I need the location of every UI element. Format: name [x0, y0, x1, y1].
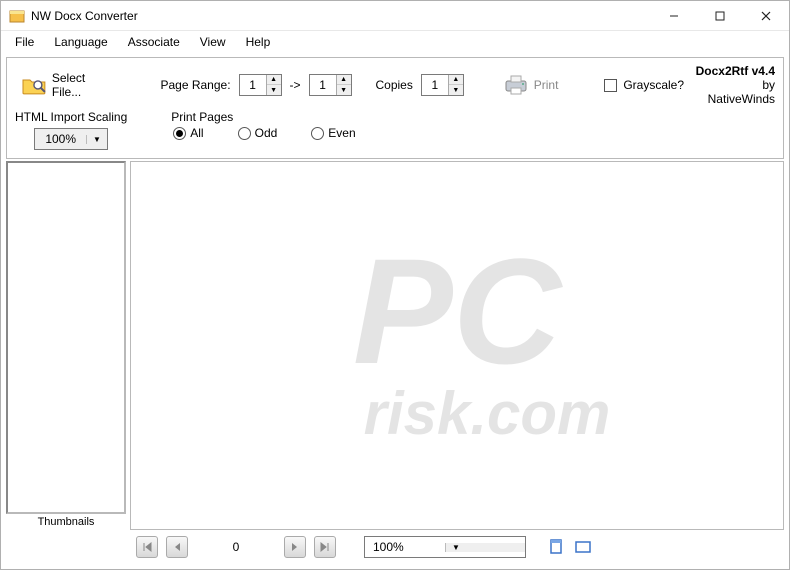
brand-author: by NativeWinds — [692, 78, 775, 106]
app-icon — [9, 8, 25, 24]
radio-icon — [238, 127, 251, 140]
radio-icon — [173, 127, 186, 140]
radio-odd[interactable]: Odd — [238, 126, 278, 140]
select-file-label: Select File... — [52, 71, 118, 99]
next-page-button[interactable] — [284, 536, 306, 558]
page-range-label: Page Range: — [160, 78, 230, 92]
preview-panel[interactable]: PC risk.com — [130, 161, 784, 530]
print-label: Print — [534, 78, 559, 92]
close-button[interactable] — [743, 1, 789, 30]
thumbnails-label: Thumbnails — [6, 514, 126, 530]
html-scaling-value: 100% — [35, 132, 86, 146]
copies-input[interactable] — [422, 75, 448, 95]
checkbox-icon — [604, 79, 617, 92]
select-file-button[interactable]: Select File... — [15, 68, 125, 102]
spin-down-icon[interactable]: ▼ — [449, 85, 463, 95]
first-page-button[interactable] — [136, 536, 158, 558]
spin-up-icon[interactable]: ▲ — [337, 75, 351, 85]
chevron-down-icon: ▼ — [86, 135, 107, 144]
maximize-button[interactable] — [697, 1, 743, 30]
menu-language[interactable]: Language — [46, 33, 115, 51]
print-button[interactable]: Print — [498, 72, 565, 98]
grayscale-label: Grayscale? — [623, 78, 684, 92]
prev-page-button[interactable] — [166, 536, 188, 558]
menu-bar: File Language Associate View Help — [1, 31, 789, 53]
spin-down-icon[interactable]: ▼ — [337, 85, 351, 95]
menu-help[interactable]: Help — [238, 33, 279, 51]
spin-up-icon[interactable]: ▲ — [449, 75, 463, 85]
window-title: NW Docx Converter — [31, 9, 651, 23]
menu-view[interactable]: View — [192, 33, 234, 51]
page-from-input[interactable] — [240, 75, 266, 95]
menu-associate[interactable]: Associate — [120, 33, 188, 51]
page-to-input[interactable] — [310, 75, 336, 95]
printer-icon — [504, 74, 528, 96]
grayscale-checkbox[interactable]: Grayscale? — [604, 78, 684, 92]
radio-icon — [311, 127, 324, 140]
range-arrow: -> — [290, 78, 301, 92]
radio-all[interactable]: All — [173, 126, 203, 140]
page-to-spinner[interactable]: ▲▼ — [309, 74, 352, 96]
minimize-button[interactable] — [651, 1, 697, 30]
radio-even[interactable]: Even — [311, 126, 355, 140]
copies-label: Copies — [376, 78, 413, 92]
html-scaling-combo[interactable]: 100% ▼ — [34, 128, 108, 150]
radio-all-label: All — [190, 126, 203, 140]
menu-file[interactable]: File — [7, 33, 42, 51]
page-number: 0 — [196, 540, 276, 554]
copies-spinner[interactable]: ▲▼ — [421, 74, 464, 96]
print-pages-label: Print Pages — [171, 110, 357, 124]
page-from-spinner[interactable]: ▲▼ — [239, 74, 282, 96]
footer-bar: 0 100% ▼ — [6, 530, 784, 564]
zoom-combo[interactable]: 100% ▼ — [364, 536, 526, 558]
folder-search-icon — [22, 75, 46, 95]
thumbnail-panel[interactable] — [6, 161, 126, 514]
radio-odd-label: Odd — [255, 126, 278, 140]
brand-name: Docx2Rtf v4.4 — [692, 64, 775, 78]
radio-even-label: Even — [328, 126, 355, 140]
zoom-value: 100% — [365, 540, 445, 554]
html-scaling-label: HTML Import Scaling — [15, 110, 127, 124]
chevron-down-icon: ▼ — [445, 543, 525, 552]
brand-block: Docx2Rtf v4.4 by NativeWinds — [692, 64, 775, 106]
fit-page-icon[interactable] — [548, 538, 566, 556]
toolbar-panel: Select File... Page Range: ▲▼ -> ▲▼ Copi… — [6, 57, 784, 159]
last-page-button[interactable] — [314, 536, 336, 558]
spin-down-icon[interactable]: ▼ — [267, 85, 281, 95]
fit-width-icon[interactable] — [574, 538, 592, 556]
watermark: PC risk.com — [131, 162, 783, 529]
spin-up-icon[interactable]: ▲ — [267, 75, 281, 85]
